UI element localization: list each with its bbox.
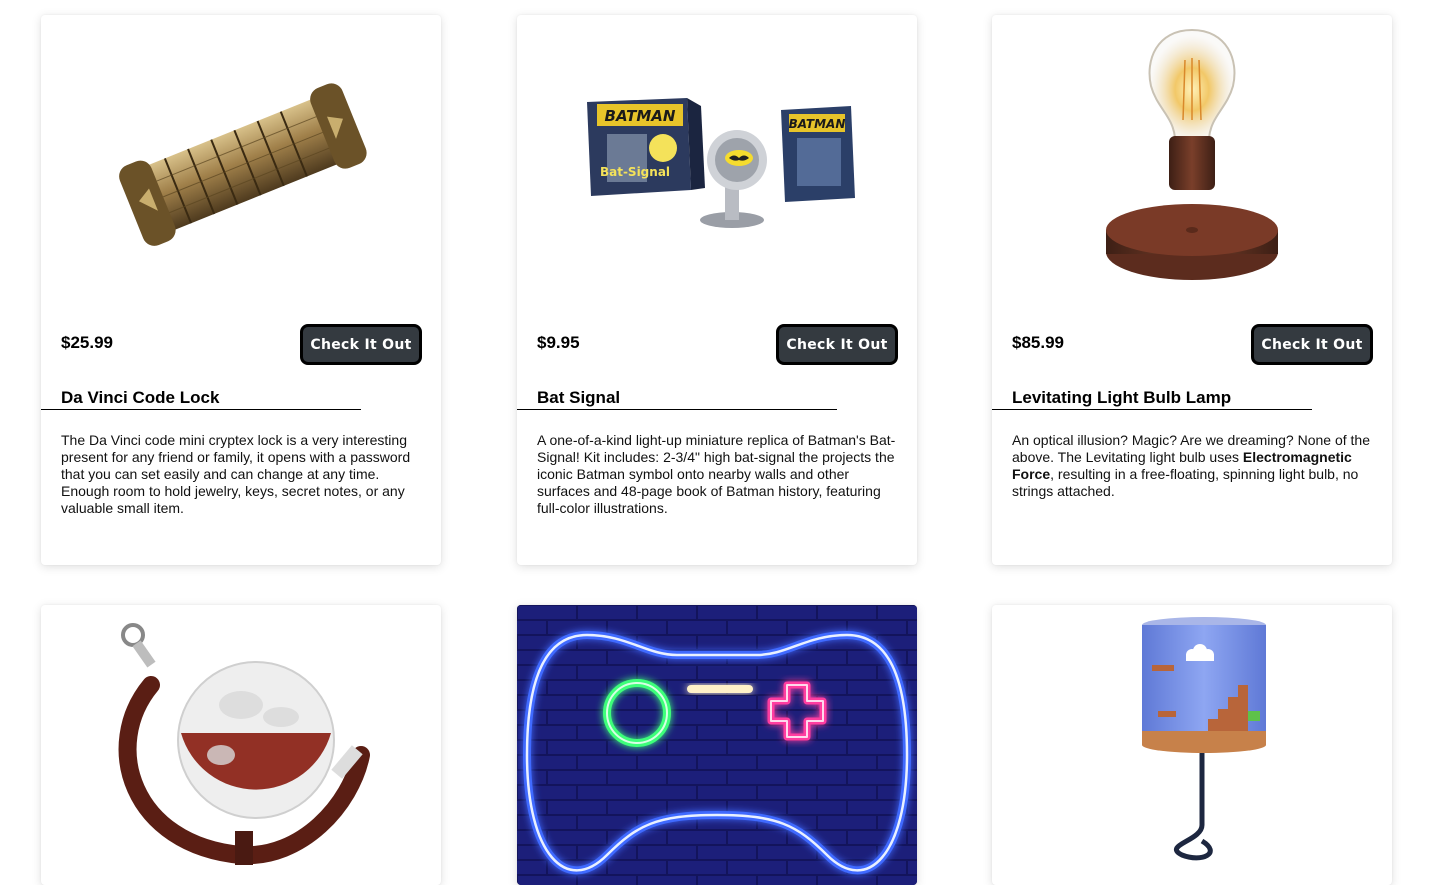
product-grid: $25.99 Check It Out Da Vinci Code Lock T…	[0, 0, 1434, 885]
product-image-levitating-lamp[interactable]	[992, 15, 1392, 305]
product-description: A one-of-a-kind light-up miniature repli…	[537, 432, 896, 516]
title-underline	[517, 409, 837, 410]
title-underline	[41, 409, 361, 410]
product-card-bat-signal: BATMAN Bat-Signal BATMAN $9.95 Check It …	[517, 15, 917, 565]
mario-lamp-image	[1142, 617, 1266, 861]
product-image-globe-decanter[interactable]	[41, 605, 441, 865]
product-title: Da Vinci Code Lock	[61, 388, 220, 407]
neon-gamepad-sign-image	[517, 605, 917, 885]
check-it-out-button[interactable]: Check It Out	[300, 324, 422, 365]
check-it-out-button[interactable]: Check It Out	[1251, 324, 1373, 365]
product-price: $85.99	[1012, 333, 1064, 352]
globe-decanter-image	[118, 623, 370, 865]
title-underline	[992, 409, 1312, 410]
product-image-mario-lamp[interactable]	[992, 605, 1392, 865]
product-image-neon-gamepad[interactable]	[517, 605, 917, 885]
product-card-cryptex: $25.99 Check It Out Da Vinci Code Lock T…	[41, 15, 441, 565]
book-title-text: BATMAN	[789, 117, 846, 131]
check-it-out-button[interactable]: Check It Out	[776, 324, 898, 365]
product-description: The Da Vinci code mini cryptex lock is a…	[61, 432, 411, 516]
cryptex-lock-image	[119, 83, 367, 246]
product-card-mario-lamp	[992, 605, 1392, 885]
product-image-cryptex[interactable]	[41, 15, 441, 305]
box-title-text: BATMAN	[605, 107, 676, 125]
levitating-bulb-image	[1106, 28, 1278, 280]
product-title: Levitating Light Bulb Lamp	[1012, 388, 1232, 407]
product-card-globe-decanter	[41, 605, 441, 885]
product-description: An optical illusion? Magic? Are we dream…	[1012, 432, 1374, 500]
description-text: , resulting in a free-floating, spinning…	[1012, 466, 1359, 499]
product-price: $9.95	[537, 333, 580, 352]
product-card-levitating-lamp: $85.99 Check It Out Levitating Light Bul…	[992, 15, 1392, 565]
product-image-bat-signal[interactable]: BATMAN Bat-Signal BATMAN	[517, 15, 917, 305]
product-title: Bat Signal	[537, 388, 621, 407]
box-subtitle-text: Bat-Signal	[600, 165, 670, 179]
bat-signal-kit-image: BATMAN Bat-Signal BATMAN	[587, 98, 855, 228]
product-card-neon-gamepad	[517, 605, 917, 885]
product-price: $25.99	[61, 333, 113, 352]
